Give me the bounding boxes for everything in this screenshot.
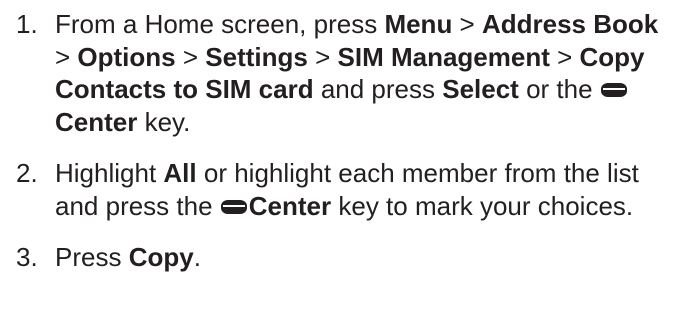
step-text-segment: or the <box>518 74 600 104</box>
step-text-segment: > <box>452 9 482 39</box>
settings-label: Settings <box>205 41 308 72</box>
step-text-segment: and press <box>313 74 443 104</box>
step-text-segment: Highlight <box>55 158 164 188</box>
step-text-segment: . <box>193 242 201 272</box>
step-1: 1. From a Home screen, press Menu > Addr… <box>16 8 666 138</box>
address-book-label: Address Book <box>481 9 659 39</box>
select-label: Select <box>442 74 519 104</box>
instruction-steps: 1. From a Home screen, press Menu > Addr… <box>16 8 666 274</box>
step-text-segment: key. <box>137 106 191 137</box>
step-text-segment: > <box>549 41 580 72</box>
step-text-segment: From a Home screen, press <box>55 9 385 39</box>
step-text-segment: > <box>307 41 338 72</box>
step-text-segment: > <box>55 41 78 72</box>
menu-label: Menu <box>384 9 453 39</box>
step-number: 1. <box>16 9 38 39</box>
step-text: Highlight All or highlight each member f… <box>55 158 639 221</box>
options-label: Options <box>77 41 176 72</box>
copy-label: Copy <box>128 242 194 272</box>
center-key-icon <box>220 199 247 214</box>
sim-management-label: SIM Management <box>337 41 550 72</box>
step-text-segment: Press <box>55 242 129 272</box>
step-text: From a Home screen, press Menu > Address… <box>55 9 658 137</box>
step-text-segment: key to mark your choices. <box>331 190 634 221</box>
step-2: 2. Highlight All or highlight each membe… <box>16 157 666 222</box>
center-label: Center <box>55 106 138 137</box>
step-3: 3. Press Copy. <box>16 241 666 274</box>
all-label: All <box>163 158 197 188</box>
step-number: 2. <box>16 158 38 188</box>
center-key-icon <box>600 83 627 97</box>
center-label: Center <box>248 190 332 221</box>
step-number: 3. <box>16 242 38 272</box>
step-text-segment: > <box>175 41 206 72</box>
step-text: Press Copy. <box>55 242 201 272</box>
